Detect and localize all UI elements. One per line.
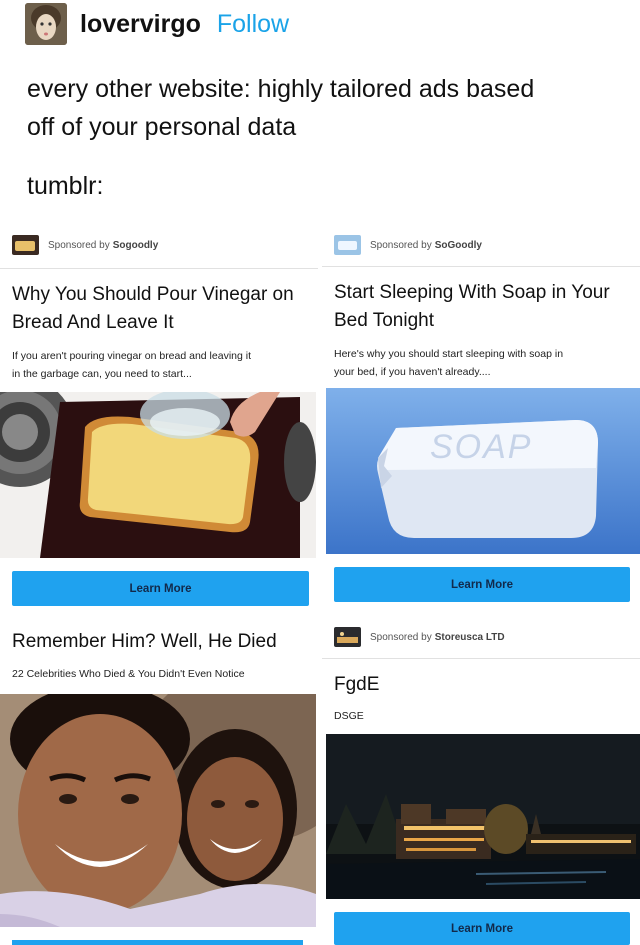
ad-title-line-2: Bed Tonight bbox=[334, 310, 435, 331]
ad-card-storeusca[interactable]: Sponsored by Storeusca LTD FgdE DSGE Lea bbox=[322, 622, 640, 945]
learn-more-button-partial[interactable] bbox=[12, 940, 303, 945]
ad-card-vinegar[interactable]: Sponsored by Sogoodly Why You Should Pou… bbox=[0, 230, 318, 610]
ad-desc-line-1: If you aren't pouring vinegar on bread a… bbox=[12, 350, 251, 362]
ad-card-soap[interactable]: Sponsored by SoGoodly Start Sleeping Wit… bbox=[322, 230, 640, 610]
ad-title-line-1: Why You Should Pour Vinegar on bbox=[12, 284, 294, 305]
ad-desc-line-2: in the garbage can, you need to start... bbox=[12, 368, 192, 380]
ad-desc-line-2: your bed, if you haven't already.... bbox=[334, 366, 491, 378]
sponsor-prefix: Sponsored by bbox=[370, 631, 432, 643]
ad-title-line-1: Remember Him? Well, He Died bbox=[12, 631, 277, 652]
learn-more-button[interactable]: Learn More bbox=[334, 567, 630, 602]
learn-more-button[interactable]: Learn More bbox=[334, 912, 630, 945]
post-text-line-3: tumblr: bbox=[27, 172, 104, 200]
ad-image-soap[interactable]: SOAP bbox=[326, 388, 640, 554]
ad-desc-line-1: Here's why you should start sleeping wit… bbox=[334, 348, 564, 360]
post-text-line-2: off of your personal data bbox=[27, 113, 297, 141]
sponsor-thumbnail bbox=[334, 235, 361, 255]
sponsor-name[interactable]: Storeusca LTD bbox=[435, 632, 505, 643]
ad-title[interactable]: FgdE bbox=[322, 659, 640, 699]
sponsor-name[interactable]: Sogoodly bbox=[113, 240, 159, 251]
ad-description: DSGE bbox=[322, 699, 640, 725]
sponsor-prefix: Sponsored by bbox=[370, 239, 432, 251]
follow-button[interactable]: Follow bbox=[217, 10, 289, 39]
soap-embossed-text: SOAP bbox=[430, 428, 533, 466]
post-text-line-1: every other website: highly tailored ads… bbox=[27, 75, 535, 103]
ad-image-couple[interactable] bbox=[0, 694, 316, 927]
ad-title-line-2: Bread And Leave It bbox=[12, 312, 174, 333]
ad-title-line-1: Start Sleeping With Soap in Your bbox=[334, 282, 610, 303]
ad-image-vinegar-bread[interactable] bbox=[0, 392, 316, 558]
sponsor-thumbnail bbox=[12, 235, 39, 255]
post-header: lovervirgo Follow bbox=[25, 2, 289, 46]
sponsor-thumbnail bbox=[334, 627, 361, 647]
sponsor-line: Sponsored by Storeusca LTD bbox=[322, 622, 640, 652]
sponsor-line: Sponsored by Sogoodly bbox=[0, 230, 318, 260]
ad-title-line-1: FgdE bbox=[334, 674, 380, 695]
ad-title[interactable]: Start Sleeping With Soap in Your Bed Ton… bbox=[322, 267, 640, 335]
username[interactable]: lovervirgo bbox=[80, 10, 201, 39]
sponsor-prefix: Sponsored by bbox=[48, 239, 110, 251]
ad-description: If you aren't pouring vinegar on bread a… bbox=[0, 337, 318, 383]
ad-title[interactable]: Why You Should Pour Vinegar on Bread And… bbox=[0, 269, 318, 337]
ad-desc-line-1: DSGE bbox=[334, 710, 364, 722]
ad-description: Here's why you should start sleeping wit… bbox=[322, 335, 640, 381]
ad-desc-line-1: 22 Celebrities Who Died & You Didn't Eve… bbox=[12, 668, 245, 680]
ad-image-night-town[interactable] bbox=[326, 734, 640, 899]
ad-description: 22 Celebrities Who Died & You Didn't Eve… bbox=[0, 656, 318, 683]
ad-title[interactable]: Remember Him? Well, He Died bbox=[0, 618, 318, 656]
ad-card-celebrities[interactable]: Remember Him? Well, He Died 22 Celebriti… bbox=[0, 618, 318, 945]
avatar[interactable] bbox=[25, 3, 67, 45]
sponsor-line: Sponsored by SoGoodly bbox=[322, 230, 640, 260]
sponsor-name[interactable]: SoGoodly bbox=[435, 240, 482, 251]
learn-more-button[interactable]: Learn More bbox=[12, 571, 309, 606]
